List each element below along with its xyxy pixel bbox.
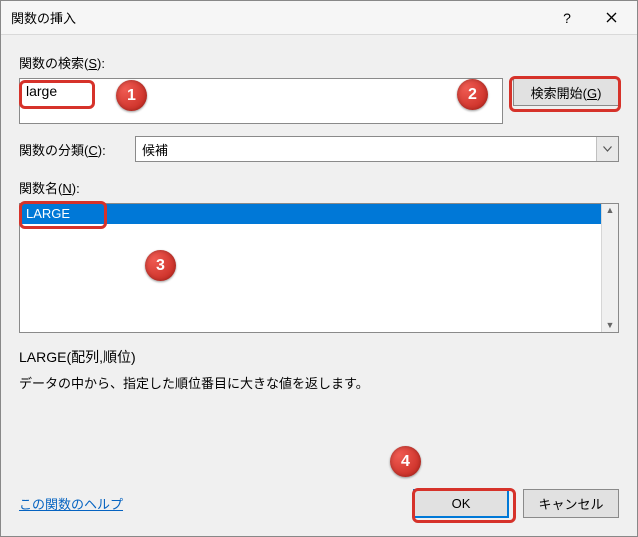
chevron-down-icon[interactable] [596,137,618,161]
ok-button[interactable]: OK [413,489,509,518]
insert-function-dialog: 関数の挿入 ? 関数の検索(S): large 検索開始(G) 関数の分類(C)… [0,0,638,537]
function-syntax: LARGE(配列,順位) [19,347,619,367]
titlebar: 関数の挿入 ? [1,1,637,35]
help-icon[interactable]: ? [545,3,589,33]
help-link[interactable]: この関数のヘルプ [19,494,123,513]
scroll-up-icon[interactable]: ▲ [606,206,615,215]
function-description: データの中から、指定した順位番目に大きな値を返します。 [19,373,619,392]
function-list[interactable]: LARGE ▲ ▼ [19,203,619,333]
cancel-button[interactable]: キャンセル [523,489,619,518]
category-select[interactable]: 候補 [135,136,619,162]
dialog-footer: この関数のヘルプ OK キャンセル [1,475,637,536]
dialog-title: 関数の挿入 [11,8,545,27]
scroll-down-icon[interactable]: ▼ [606,321,615,330]
dialog-content: 関数の検索(S): large 検索開始(G) 関数の分類(C): 候補 関数名… [1,35,637,475]
search-label: 関数の検索(S): [19,53,619,72]
search-input[interactable]: large [19,78,503,124]
category-selected: 候補 [136,137,596,161]
close-icon[interactable] [589,3,633,33]
scrollbar[interactable]: ▲ ▼ [601,204,618,332]
category-row: 関数の分類(C): 候補 [19,136,619,162]
list-item[interactable]: LARGE [20,204,618,224]
category-label: 関数の分類(C): [19,140,129,159]
function-name-label: 関数名(N): [19,178,619,197]
search-row: large 検索開始(G) [19,78,619,124]
search-go-button[interactable]: 検索開始(G) [513,78,619,106]
